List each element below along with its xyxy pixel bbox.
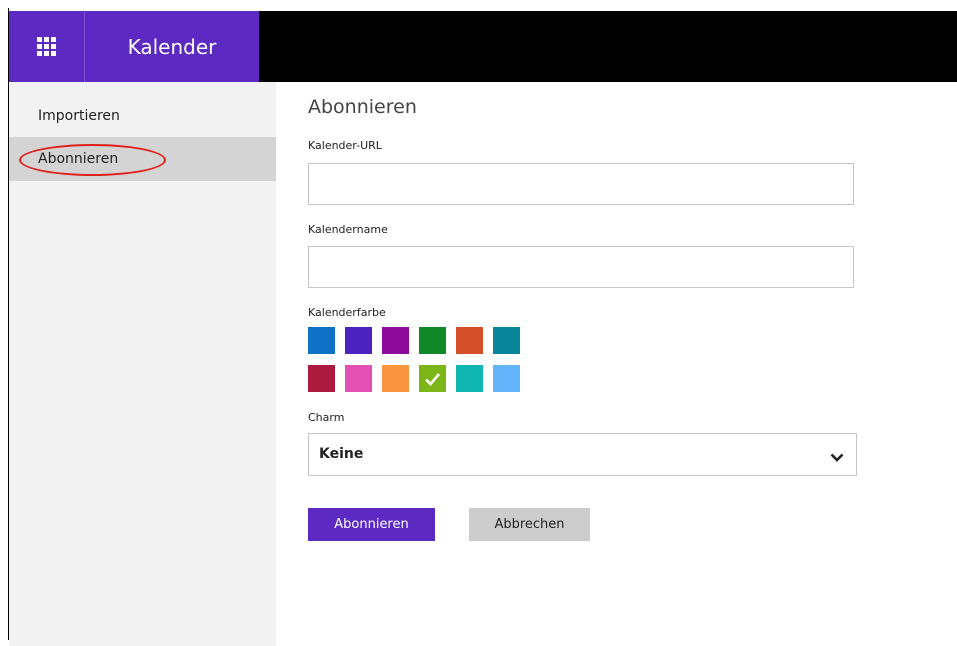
color-swatch[interactable] (456, 327, 483, 354)
color-swatch[interactable] (345, 365, 372, 392)
color-swatch[interactable] (382, 327, 409, 354)
color-swatch[interactable] (345, 327, 372, 354)
page-title: Abonnieren (308, 96, 417, 118)
calendar-url-label: Kalender-URL (308, 139, 382, 152)
color-swatch[interactable] (382, 365, 409, 392)
cancel-button[interactable]: Abbrechen (469, 508, 590, 541)
app-launcher-button[interactable] (9, 11, 84, 82)
charm-selected-value: Keine (319, 446, 364, 462)
color-swatch[interactable] (493, 365, 520, 392)
color-swatch[interactable] (308, 365, 335, 392)
charm-label: Charm (308, 411, 345, 424)
sidebar-item-abonnieren[interactable]: Abonnieren (9, 137, 276, 181)
calendar-url-input[interactable] (308, 163, 854, 205)
sidebar-item-label: Importieren (38, 108, 120, 124)
app-title[interactable]: Kalender (84, 11, 259, 82)
chevron-down-icon (830, 448, 844, 467)
sidebar: Importieren Abonnieren (9, 82, 276, 646)
calendar-name-input[interactable] (308, 246, 854, 288)
charm-dropdown[interactable]: Keine (308, 433, 857, 476)
calendar-color-label: Kalenderfarbe (308, 306, 386, 319)
color-swatch[interactable] (456, 365, 483, 392)
subscribe-button[interactable]: Abonnieren (308, 508, 435, 541)
color-swatch[interactable] (419, 365, 446, 392)
waffle-icon (37, 37, 56, 56)
sidebar-item-importieren[interactable]: Importieren (9, 94, 276, 138)
calendar-name-label: Kalendername (308, 223, 388, 236)
color-swatch[interactable] (493, 327, 520, 354)
checkmark-icon (425, 372, 440, 386)
color-swatch[interactable] (308, 327, 335, 354)
sidebar-item-label: Abonnieren (38, 151, 119, 167)
color-swatch[interactable] (419, 327, 446, 354)
